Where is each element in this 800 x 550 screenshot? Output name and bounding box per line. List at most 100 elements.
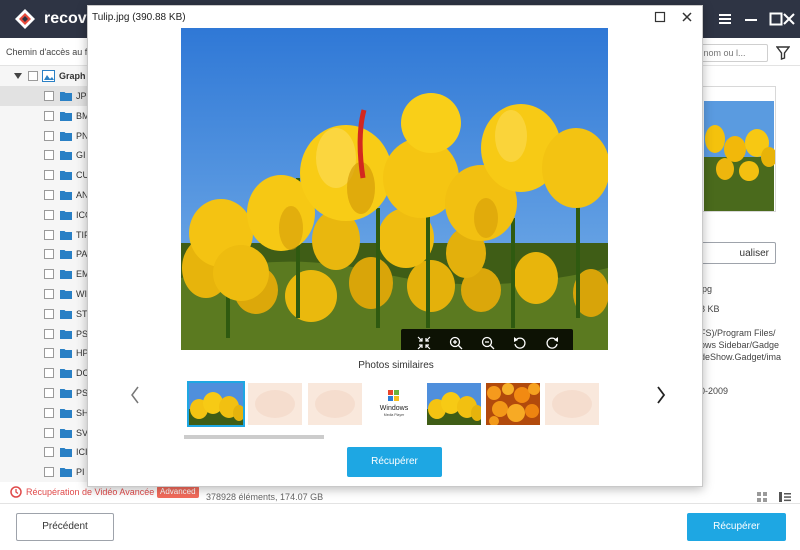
info-path-line: deShow.Gadget/ima	[700, 352, 782, 362]
checkbox[interactable]	[44, 348, 54, 359]
thumbnail-blank[interactable]	[308, 383, 362, 425]
grid-view-icon[interactable]	[757, 492, 767, 502]
rotate-right-icon[interactable]	[545, 336, 559, 350]
tree-root-label: Graph	[59, 71, 86, 81]
fit-icon[interactable]	[417, 336, 431, 350]
chevron-down-icon[interactable]	[14, 73, 22, 79]
folder-icon	[60, 151, 72, 161]
checkbox[interactable]	[44, 308, 54, 319]
tree-item[interactable]: CU	[0, 165, 89, 185]
tree-item[interactable]: ICO	[0, 205, 92, 225]
tree-item[interactable]: ICI	[0, 442, 88, 462]
minimize-icon[interactable]	[742, 10, 760, 28]
orange-flowers-thumbnail	[486, 383, 540, 425]
tree-item[interactable]: JPG	[0, 86, 94, 106]
tree-item[interactable]: BM	[0, 106, 90, 126]
checkbox[interactable]	[44, 328, 54, 339]
file-type-tree: Graph JPG BM PN GI CU AN ICO TIF PA EM WI ST PS HP DC P…	[0, 66, 94, 482]
advanced-video-recovery-label[interactable]: Récupération de Vidéo Avancée	[26, 487, 154, 497]
checkbox[interactable]	[44, 269, 54, 280]
tree-item-label: WI	[76, 289, 87, 299]
dialog-recover-button[interactable]: Récupérer	[347, 447, 442, 477]
checkbox[interactable]	[44, 427, 54, 438]
tree-item[interactable]: TIF	[0, 225, 90, 245]
close-icon[interactable]	[780, 10, 798, 28]
maximize-icon[interactable]	[654, 11, 666, 23]
chevron-right-icon[interactable]	[656, 386, 666, 404]
preview-button[interactable]: ualiser	[700, 242, 776, 264]
checkbox[interactable]	[44, 170, 54, 181]
tree-item[interactable]: PS	[0, 383, 88, 403]
path-label: Chemin d'accès au fich	[6, 47, 99, 57]
similar-photos-label: Photos similaires	[358, 360, 434, 371]
chevron-left-icon[interactable]	[130, 386, 140, 404]
tulip-thumbnail	[427, 383, 481, 425]
tree-item[interactable]: EM	[0, 264, 90, 284]
thumbnail-windows-media-player[interactable]: Windows Media Player	[367, 383, 421, 425]
checkbox[interactable]	[44, 249, 54, 260]
tree-item[interactable]: HP	[0, 343, 89, 363]
thumbnail-tulips[interactable]	[187, 381, 245, 427]
info-path-line: ows Sidebar/Gadge	[700, 340, 780, 350]
close-icon[interactable]	[681, 11, 693, 23]
checkbox[interactable]	[44, 229, 54, 240]
folder-icon	[60, 111, 72, 121]
thumbnail-tulips[interactable]	[427, 383, 481, 425]
tree-item[interactable]: PS	[0, 324, 88, 344]
checkbox[interactable]	[44, 209, 54, 220]
side-preview-thumbnail	[700, 86, 776, 212]
tree-item[interactable]: SH	[0, 403, 89, 423]
tree-item[interactable]: DC	[0, 363, 89, 383]
folder-icon	[60, 349, 72, 359]
list-view-icon[interactable]	[779, 492, 791, 502]
zoom-in-icon[interactable]	[449, 336, 463, 350]
thumbnail-blank[interactable]	[248, 383, 302, 425]
checkbox[interactable]	[44, 150, 54, 161]
advanced-badge: Advanced	[157, 486, 199, 498]
checkbox[interactable]	[44, 447, 54, 458]
checkbox[interactable]	[44, 110, 54, 121]
thumbnail-scrollbar[interactable]	[184, 435, 324, 439]
checkbox[interactable]	[44, 467, 54, 478]
checkbox[interactable]	[44, 91, 54, 101]
tree-item[interactable]: ST	[0, 304, 88, 324]
checkbox[interactable]	[44, 190, 54, 200]
thumbnail-orange-flowers[interactable]	[486, 383, 540, 425]
tree-item[interactable]: GI	[0, 145, 88, 165]
checkbox[interactable]	[44, 407, 54, 418]
recover-button[interactable]: Récupérer	[687, 513, 786, 541]
checkbox[interactable]	[28, 71, 38, 81]
zoom-out-icon[interactable]	[481, 336, 495, 350]
tree-item[interactable]: AN	[0, 185, 89, 205]
tree-item-label: ICI	[76, 447, 88, 458]
tulip-photo	[181, 28, 608, 350]
previous-button[interactable]: Précédent	[16, 513, 114, 541]
app-window: recove Chemin d'accès au fich le nom ou …	[0, 0, 800, 550]
checkbox[interactable]	[44, 130, 54, 141]
filter-icon[interactable]	[776, 46, 790, 60]
pink-thumbnail	[308, 383, 362, 425]
tree-item[interactable]: PN	[0, 126, 89, 146]
pink-thumbnail	[545, 383, 599, 425]
thumbnail-subcaption: Media Player	[384, 413, 405, 417]
folder-icon	[60, 448, 72, 458]
tree-root-graphics[interactable]: Graph	[0, 66, 88, 86]
menu-icon[interactable]	[716, 10, 734, 28]
tree-item-label: PA	[76, 249, 88, 260]
checkbox[interactable]	[44, 289, 54, 299]
windows-logo-icon: Windows Media Player	[367, 383, 421, 425]
tree-item[interactable]: PI	[0, 462, 88, 482]
thumbnail-blank[interactable]	[545, 383, 599, 425]
folder-icon	[60, 309, 72, 319]
image-icon	[42, 70, 55, 82]
app-logo-icon	[15, 9, 35, 29]
folder-icon	[60, 389, 72, 398]
tree-item-label: PI	[76, 467, 85, 478]
tree-item[interactable]: SV	[0, 423, 88, 443]
rotate-left-icon[interactable]	[513, 336, 527, 350]
folder-icon	[60, 230, 72, 240]
checkbox[interactable]	[44, 368, 54, 379]
tree-item[interactable]: PA	[0, 244, 88, 264]
tree-item[interactable]: WI	[0, 284, 88, 304]
checkbox[interactable]	[44, 388, 54, 398]
